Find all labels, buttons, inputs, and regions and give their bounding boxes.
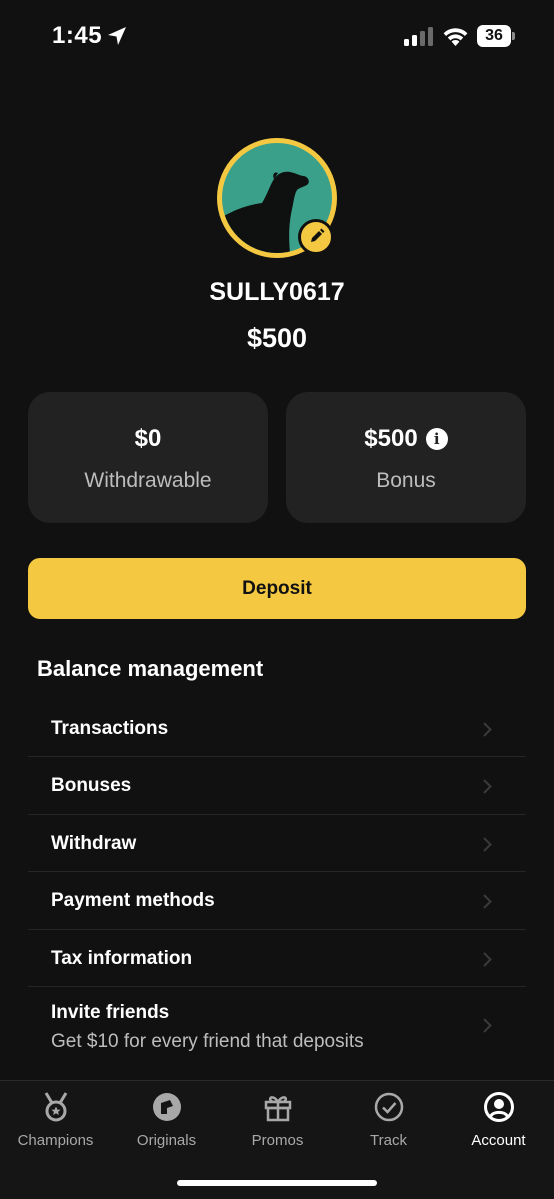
bonus-label: Bonus (376, 469, 436, 492)
originals-icon (153, 1093, 181, 1121)
withdrawable-label: Withdrawable (84, 469, 212, 492)
nav-tab-track[interactable]: Track (333, 1081, 444, 1161)
menu-item-label: Invite friends (51, 1001, 170, 1023)
menu-item-label: Payment methods (51, 890, 215, 912)
bonus-amount: $500 (364, 425, 418, 452)
chevron-right-icon (483, 894, 492, 909)
menu-item-withdraw[interactable]: Withdraw (28, 815, 526, 873)
status-bar: 1:45 36 (0, 0, 554, 74)
status-time: 1:45 (52, 22, 103, 49)
menu-item-label: Withdraw (51, 832, 137, 854)
chevron-right-icon (483, 951, 492, 967)
nav-tab-originals[interactable]: Originals (111, 1081, 222, 1161)
deposit-button[interactable]: Deposit (28, 558, 526, 619)
cellular-signal-icon (404, 27, 433, 46)
nav-label: Originals (136, 1132, 197, 1149)
menu-item-label: Bonuses (51, 775, 132, 797)
pencil-icon (311, 228, 325, 242)
home-indicator[interactable] (177, 1180, 377, 1186)
nav-tab-champions[interactable]: Champions (0, 1081, 111, 1161)
chevron-right-icon (483, 722, 492, 737)
username: SULLY0617 (209, 278, 345, 306)
nav-label: Promos (251, 1132, 304, 1149)
location-arrow-icon (108, 27, 126, 45)
menu-item-label: Tax information (51, 947, 193, 969)
menu-item-bonuses[interactable]: Bonuses (28, 757, 526, 815)
chevron-right-icon (483, 1018, 492, 1033)
chevron-right-icon (483, 837, 492, 852)
edit-avatar-button[interactable] (298, 219, 334, 255)
balance-management-title: Balance management (37, 656, 264, 681)
nav-tab-promos[interactable]: Promos (222, 1081, 333, 1161)
medal-icon (44, 1092, 68, 1122)
chevron-right-icon (483, 779, 492, 795)
balance-management-menu: Transactions Bonuses Withdraw Payment me… (28, 700, 526, 1069)
account-icon (484, 1092, 514, 1122)
total-balance: $500 (246, 323, 308, 353)
info-icon[interactable]: i (425, 428, 448, 450)
bonus-amount-row: $500 i (286, 425, 526, 453)
bonus-card: $500 i Bonus (286, 392, 526, 523)
menu-item-label: Transactions (51, 718, 169, 739)
nav-label: Account (471, 1132, 526, 1149)
wifi-icon (443, 28, 468, 46)
withdrawable-card: $0 Withdrawable (28, 392, 268, 523)
nav-tab-account[interactable]: Account (443, 1081, 554, 1161)
withdrawable-amount: $0 (134, 425, 162, 452)
gift-icon (264, 1096, 292, 1122)
check-circle-icon (374, 1092, 404, 1122)
menu-item-transactions[interactable]: Transactions (28, 700, 526, 758)
nav-label: Track (370, 1132, 407, 1149)
nav-label: Champions (17, 1132, 94, 1149)
menu-item-payment-methods[interactable]: Payment methods (28, 872, 526, 930)
menu-item-invite-friends[interactable]: Invite friends Get $10 for every friend … (28, 987, 526, 1069)
menu-item-subtitle: Get $10 for every friend that deposits (51, 1030, 364, 1052)
battery-icon: 36 (477, 25, 515, 47)
menu-item-tax-information[interactable]: Tax information (28, 930, 526, 987)
battery-level: 36 (485, 27, 503, 44)
